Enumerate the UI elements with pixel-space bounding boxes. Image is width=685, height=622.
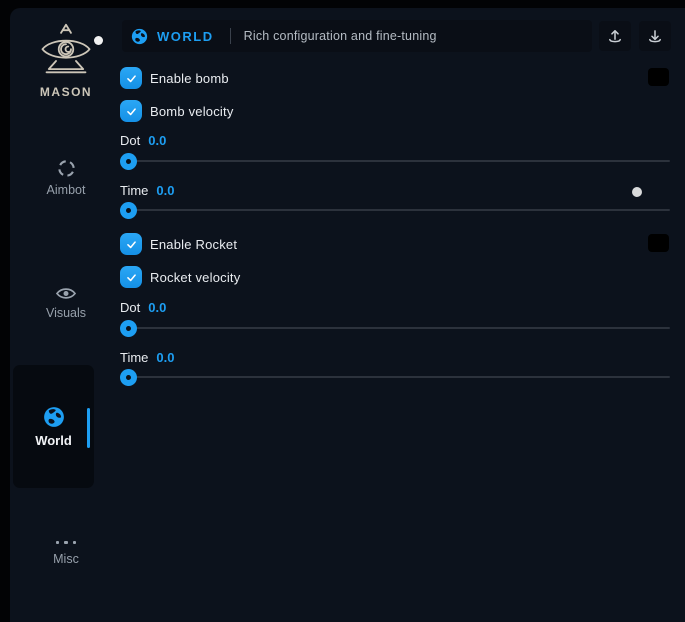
bomb-time-label: Time 0.0 — [120, 183, 174, 198]
sidebar-item-visuals[interactable]: Visuals — [10, 277, 122, 329]
slider-value: 0.0 — [156, 183, 174, 198]
rocket-velocity-checkbox[interactable] — [120, 266, 142, 288]
header-divider — [230, 28, 231, 44]
slider-track[interactable] — [120, 376, 670, 378]
enable-rocket-row: Enable Rocket — [120, 233, 237, 255]
dots-icon — [56, 539, 77, 547]
enable-bomb-checkbox[interactable] — [120, 67, 142, 89]
page-title: WORLD — [157, 29, 214, 44]
download-icon — [646, 27, 664, 45]
mason-eye-logo-icon — [37, 22, 95, 80]
upload-config-button[interactable] — [599, 21, 631, 51]
cursor-dot-secondary — [94, 36, 103, 45]
checkbox-label: Bomb velocity — [150, 104, 234, 119]
sidebar: MASON Aimbot Visuals World — [10, 8, 122, 622]
slider-track[interactable] — [120, 160, 670, 162]
rocket-time-slider[interactable] — [120, 369, 670, 386]
enable-rocket-checkbox[interactable] — [120, 233, 142, 255]
rocket-velocity-row: Rocket velocity — [120, 266, 240, 288]
bomb-color-swatch[interactable] — [648, 68, 669, 86]
page-subtitle: Rich configuration and fine-tuning — [244, 29, 437, 43]
slider-name: Time — [120, 183, 148, 198]
eye-icon — [56, 286, 76, 301]
sidebar-item-aimbot[interactable]: Aimbot — [10, 152, 122, 204]
slider-value: 0.0 — [148, 300, 166, 315]
crosshair-icon — [57, 159, 76, 178]
slider-name: Dot — [120, 300, 140, 315]
bomb-velocity-row: Bomb velocity — [120, 100, 234, 122]
sidebar-item-label: Visuals — [46, 306, 86, 320]
checkmark-icon — [125, 238, 138, 251]
globe-icon — [131, 28, 148, 45]
slider-name: Time — [120, 350, 148, 365]
bomb-time-slider[interactable] — [120, 202, 670, 219]
checkmark-icon — [125, 72, 138, 85]
checkbox-label: Enable Rocket — [150, 237, 237, 252]
globe-icon — [43, 406, 65, 428]
slider-value: 0.0 — [148, 133, 166, 148]
checkmark-icon — [125, 105, 138, 118]
slider-name: Dot — [120, 133, 140, 148]
rocket-color-swatch[interactable] — [648, 234, 669, 252]
logo-text: MASON — [10, 85, 122, 99]
bomb-dot-slider[interactable] — [120, 153, 670, 170]
slider-track[interactable] — [120, 327, 670, 329]
rocket-dot-slider[interactable] — [120, 320, 670, 337]
bomb-velocity-checkbox[interactable] — [120, 100, 142, 122]
mod-menu-window: MASON Aimbot Visuals World — [10, 8, 685, 622]
slider-handle[interactable] — [120, 320, 137, 337]
checkmark-icon — [125, 271, 138, 284]
slider-value: 0.0 — [156, 350, 174, 365]
sidebar-item-world[interactable]: World — [13, 365, 94, 488]
enable-bomb-row: Enable bomb — [120, 67, 229, 89]
page-header: WORLD Rich configuration and fine-tuning — [122, 20, 592, 52]
download-config-button[interactable] — [639, 21, 671, 51]
sidebar-item-label: Misc — [53, 552, 79, 566]
logo: MASON — [10, 22, 122, 99]
sidebar-item-label: World — [35, 433, 72, 448]
sidebar-item-label: Aimbot — [47, 183, 86, 197]
slider-handle[interactable] — [120, 153, 137, 170]
cursor-dot — [632, 187, 642, 197]
checkbox-label: Rocket velocity — [150, 270, 240, 285]
active-tab-indicator — [87, 408, 90, 448]
bomb-dot-label: Dot 0.0 — [120, 133, 166, 148]
rocket-dot-label: Dot 0.0 — [120, 300, 166, 315]
slider-track[interactable] — [120, 209, 670, 211]
slider-handle[interactable] — [120, 369, 137, 386]
upload-icon — [606, 27, 624, 45]
slider-handle[interactable] — [120, 202, 137, 219]
checkbox-label: Enable bomb — [150, 71, 229, 86]
sidebar-item-misc[interactable]: Misc — [10, 526, 122, 578]
rocket-time-label: Time 0.0 — [120, 350, 174, 365]
